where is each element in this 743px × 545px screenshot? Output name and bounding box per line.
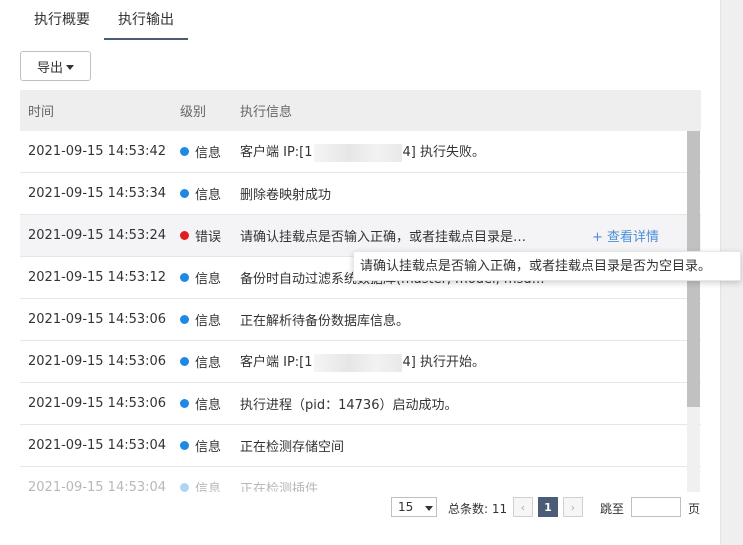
row-level: 信息 [180,142,240,161]
info-dot-icon [180,483,189,492]
row-level-label: 信息 [195,356,222,371]
row-message-prefix: 客户端 IP:[1 [240,355,313,371]
table-row: 2021-09-15 14:53:04 信息 正在检测插件 [20,467,701,492]
row-level-label: 信息 [195,482,222,492]
info-dot-icon [180,357,189,366]
table-row: 2021-09-15 14:53:06 信息 客户端 IP:[1 4] 执行开始。 [20,341,701,383]
jump-to-page-input[interactable] [631,497,681,517]
row-message-suffix: 4] 执行失败。 [402,145,486,161]
row-message: 删除卷映射成功 [240,188,332,203]
tab-execution-summary[interactable]: 执行概要 [20,0,104,40]
row-level: 信息 [180,268,240,287]
tab-bar: 执行概要 执行输出 [20,0,188,40]
row-time: 2021-09-15 14:53:34 [28,186,167,201]
row-level: 信息 [180,436,240,455]
row-level: 信息 [180,352,240,371]
row-message-suffix: 4] 执行开始。 [402,355,486,371]
info-dot-icon [180,147,189,156]
page-1-button[interactable]: 1 [538,497,558,517]
table-row: 2021-09-15 14:53:42 信息 客户端 IP:[1 4] 执行失败。 [20,131,701,173]
row-level-label: 错误 [195,230,222,245]
header-level: 级别 [180,105,207,120]
redacted-ip-mask [313,143,402,162]
row-level-label: 信息 [195,440,222,455]
row-level-label: 信息 [195,314,222,329]
page-unit-label: 页 [688,502,701,516]
header-message: 执行信息 [240,105,293,120]
next-page-button[interactable]: › [563,497,583,517]
jump-to-label: 跳至 [600,502,625,516]
row-level-label: 信息 [195,272,222,287]
row-message-prefix: 客户端 IP:[1 [240,145,313,161]
row-message: 客户端 IP:[1 4] 执行开始。 [240,351,701,372]
row-time: 2021-09-15 14:53:24 [28,228,167,243]
row-level: 信息 [180,310,240,329]
row-level-label: 信息 [195,146,222,161]
prev-page-button[interactable]: ‹ [513,497,533,517]
export-button[interactable]: 导出 [20,51,91,81]
row-level-label: 信息 [195,188,222,203]
row-time: 2021-09-15 14:53:04 [28,438,167,453]
row-level: 信息 [180,394,240,413]
row-level: 信息 [180,478,240,492]
view-details-link[interactable]: + 查看详情 [592,226,659,245]
info-dot-icon [180,441,189,450]
table-row: 2021-09-15 14:53:04 信息 正在检测存储空间 [20,425,701,467]
page-size-select[interactable]: 15 [391,497,437,517]
export-button-label: 导出 [36,60,63,76]
info-dot-icon [180,399,189,408]
table-row: 2021-09-15 14:53:06 信息 正在解析待备份数据库信息。 [20,299,701,341]
row-time: 2021-09-15 14:53:06 [28,312,167,327]
row-message: 正在检测插件 [240,482,319,492]
row-message: 执行进程（pid：14736）启动成功。 [240,398,458,413]
total-count: 总条数: 11 [448,502,508,516]
page-size-value: 15 [398,500,414,514]
header-time: 时间 [28,105,55,120]
info-dot-icon [180,189,189,198]
log-table: 时间 级别 执行信息 2021-09-15 14:53:42 信息 客户端 IP… [20,90,701,492]
row-level: 信息 [180,184,240,203]
row-time: 2021-09-15 14:53:42 [28,144,167,159]
message-tooltip: 请确认挂载点是否输入正确，或者挂载点目录是否为空目录。 [353,251,741,281]
table-header: 时间 级别 执行信息 [20,90,701,131]
info-dot-icon [180,315,189,324]
error-dot-icon [180,231,189,240]
row-time: 2021-09-15 14:53:12 [28,270,167,285]
row-level-label: 信息 [195,398,222,413]
caret-down-icon [425,505,434,511]
caret-down-icon [66,64,74,70]
redacted-ip-mask [313,353,402,372]
table-row: 2021-09-15 14:53:34 信息 删除卷映射成功 [20,173,701,215]
table-row: 2021-09-15 14:53:06 信息 执行进程（pid：14736）启动… [20,383,701,425]
info-dot-icon [180,273,189,282]
pagination: 15 总条数: 11 ‹ 1 › 跳至 页 [0,497,720,519]
row-level: 错误 [180,226,240,245]
row-time: 2021-09-15 14:53:04 [28,480,167,492]
row-message: 客户端 IP:[1 4] 执行失败。 [240,141,701,162]
row-message: 正在解析待备份数据库信息。 [240,314,410,329]
tab-execution-output[interactable]: 执行输出 [104,0,188,40]
row-time: 2021-09-15 14:53:06 [28,396,167,411]
row-time: 2021-09-15 14:53:06 [28,354,167,369]
row-message: 正在检测存储空间 [240,440,345,455]
